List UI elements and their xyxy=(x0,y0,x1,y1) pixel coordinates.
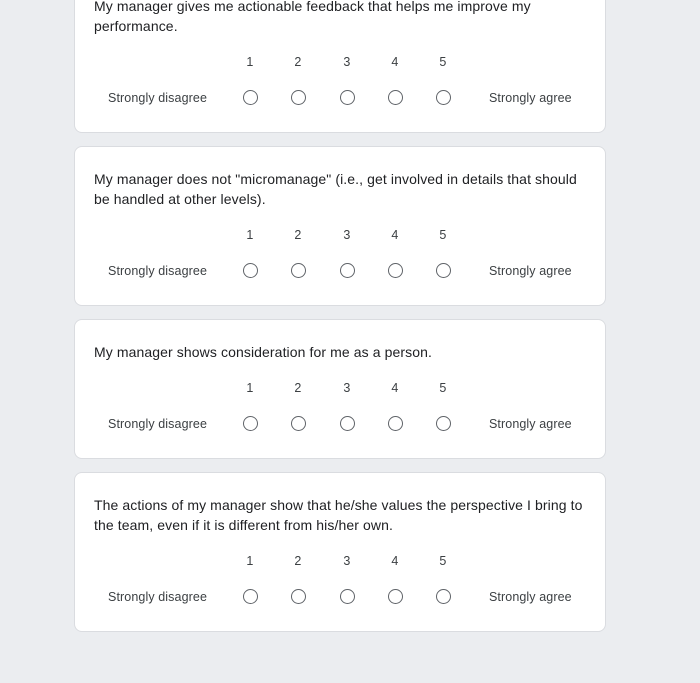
scale-option-row: Strongly disagree Strongly agree xyxy=(108,257,572,285)
scale-number-4: 4 xyxy=(391,554,399,568)
scale-inner: 1 2 3 4 5 Strongly disagree Strongly agree xyxy=(108,54,572,112)
scale-number-2: 2 xyxy=(294,381,302,395)
scale-high-label: Strongly agree xyxy=(489,417,572,431)
scale-number-row: 1 2 3 4 5 xyxy=(246,380,446,397)
scale-option-row: Strongly disagree Strongly agree xyxy=(108,84,572,112)
scale-number-2: 2 xyxy=(294,228,302,242)
question-card: My manager shows consideration for me as… xyxy=(74,319,606,459)
scale-option-row: Strongly disagree Strongly agree xyxy=(108,583,572,611)
scale-radio-3[interactable] xyxy=(339,589,355,604)
scale-number-2: 2 xyxy=(294,554,302,568)
linear-scale: 1 2 3 4 5 Strongly disagree Strongly agree xyxy=(94,227,585,285)
scale-radio-4[interactable] xyxy=(387,416,403,431)
scale-option-row: Strongly disagree Strongly agree xyxy=(108,410,572,438)
scale-radio-1[interactable] xyxy=(242,589,258,604)
scale-radio-5[interactable] xyxy=(435,263,451,278)
scale-radio-4[interactable] xyxy=(387,90,403,105)
scale-inner: 1 2 3 4 5 Strongly disagree Strongly agree xyxy=(108,380,572,438)
scale-number-1: 1 xyxy=(246,381,254,395)
scale-number-4: 4 xyxy=(391,55,399,69)
scale-number-3: 3 xyxy=(343,554,351,568)
question-text: My manager shows consideration for me as… xyxy=(94,344,433,360)
scale-number-3: 3 xyxy=(343,228,351,242)
linear-scale: 1 2 3 4 5 Strongly disagree Strongly agree xyxy=(94,380,585,438)
question-text: The actions of my manager show that he/s… xyxy=(94,497,583,533)
scale-number-1: 1 xyxy=(246,228,254,242)
scale-radio-5[interactable] xyxy=(435,589,451,604)
scale-low-label: Strongly disagree xyxy=(108,264,207,278)
scale-radio-4[interactable] xyxy=(387,263,403,278)
linear-scale: 1 2 3 4 5 Strongly disagree Strongly agree xyxy=(94,54,585,112)
scale-radio-2[interactable] xyxy=(290,263,306,278)
question-card: My manager does not "micromanage" (i.e.,… xyxy=(74,146,606,306)
question-card: My manager gives me actionable feedback … xyxy=(74,0,606,133)
scale-inner: 1 2 3 4 5 Strongly disagree Strongly agree xyxy=(108,553,572,611)
scale-radio-2[interactable] xyxy=(290,416,306,431)
scale-radio-1[interactable] xyxy=(242,90,258,105)
scale-number-2: 2 xyxy=(294,55,302,69)
scale-radio-4[interactable] xyxy=(387,589,403,604)
scale-high-label: Strongly agree xyxy=(489,264,572,278)
scale-number-1: 1 xyxy=(246,55,254,69)
survey-form-page: My manager gives me actionable feedback … xyxy=(0,0,700,683)
scale-number-4: 4 xyxy=(391,381,399,395)
question-text: My manager does not "micromanage" (i.e.,… xyxy=(94,171,577,207)
scale-number-1: 1 xyxy=(246,554,254,568)
scale-high-label: Strongly agree xyxy=(489,91,572,105)
scale-radio-3[interactable] xyxy=(339,416,355,431)
scale-radio-3[interactable] xyxy=(339,90,355,105)
scale-number-3: 3 xyxy=(343,55,351,69)
scale-number-row: 1 2 3 4 5 xyxy=(246,553,446,570)
question-card: The actions of my manager show that he/s… xyxy=(74,472,606,632)
scale-number-5: 5 xyxy=(439,228,447,242)
scale-number-5: 5 xyxy=(439,554,447,568)
scale-radio-1[interactable] xyxy=(242,263,258,278)
question-text: My manager gives me actionable feedback … xyxy=(94,0,531,34)
scale-low-label: Strongly disagree xyxy=(108,590,207,604)
scale-radio-3[interactable] xyxy=(339,263,355,278)
scale-high-label: Strongly agree xyxy=(489,590,572,604)
scale-number-row: 1 2 3 4 5 xyxy=(246,227,446,244)
scale-number-5: 5 xyxy=(439,55,447,69)
scale-radio-5[interactable] xyxy=(435,416,451,431)
scale-number-3: 3 xyxy=(343,381,351,395)
question-card-list: My manager gives me actionable feedback … xyxy=(74,0,606,645)
linear-scale: 1 2 3 4 5 Strongly disagree Strongly agree xyxy=(94,553,585,611)
scale-radio-1[interactable] xyxy=(242,416,258,431)
scale-radio-2[interactable] xyxy=(290,589,306,604)
scale-radio-5[interactable] xyxy=(435,90,451,105)
scale-number-5: 5 xyxy=(439,381,447,395)
scale-number-4: 4 xyxy=(391,228,399,242)
scale-inner: 1 2 3 4 5 Strongly disagree Strongly agree xyxy=(108,227,572,285)
scale-low-label: Strongly disagree xyxy=(108,417,207,431)
scale-radio-2[interactable] xyxy=(290,90,306,105)
scale-low-label: Strongly disagree xyxy=(108,91,207,105)
scale-number-row: 1 2 3 4 5 xyxy=(246,54,446,71)
